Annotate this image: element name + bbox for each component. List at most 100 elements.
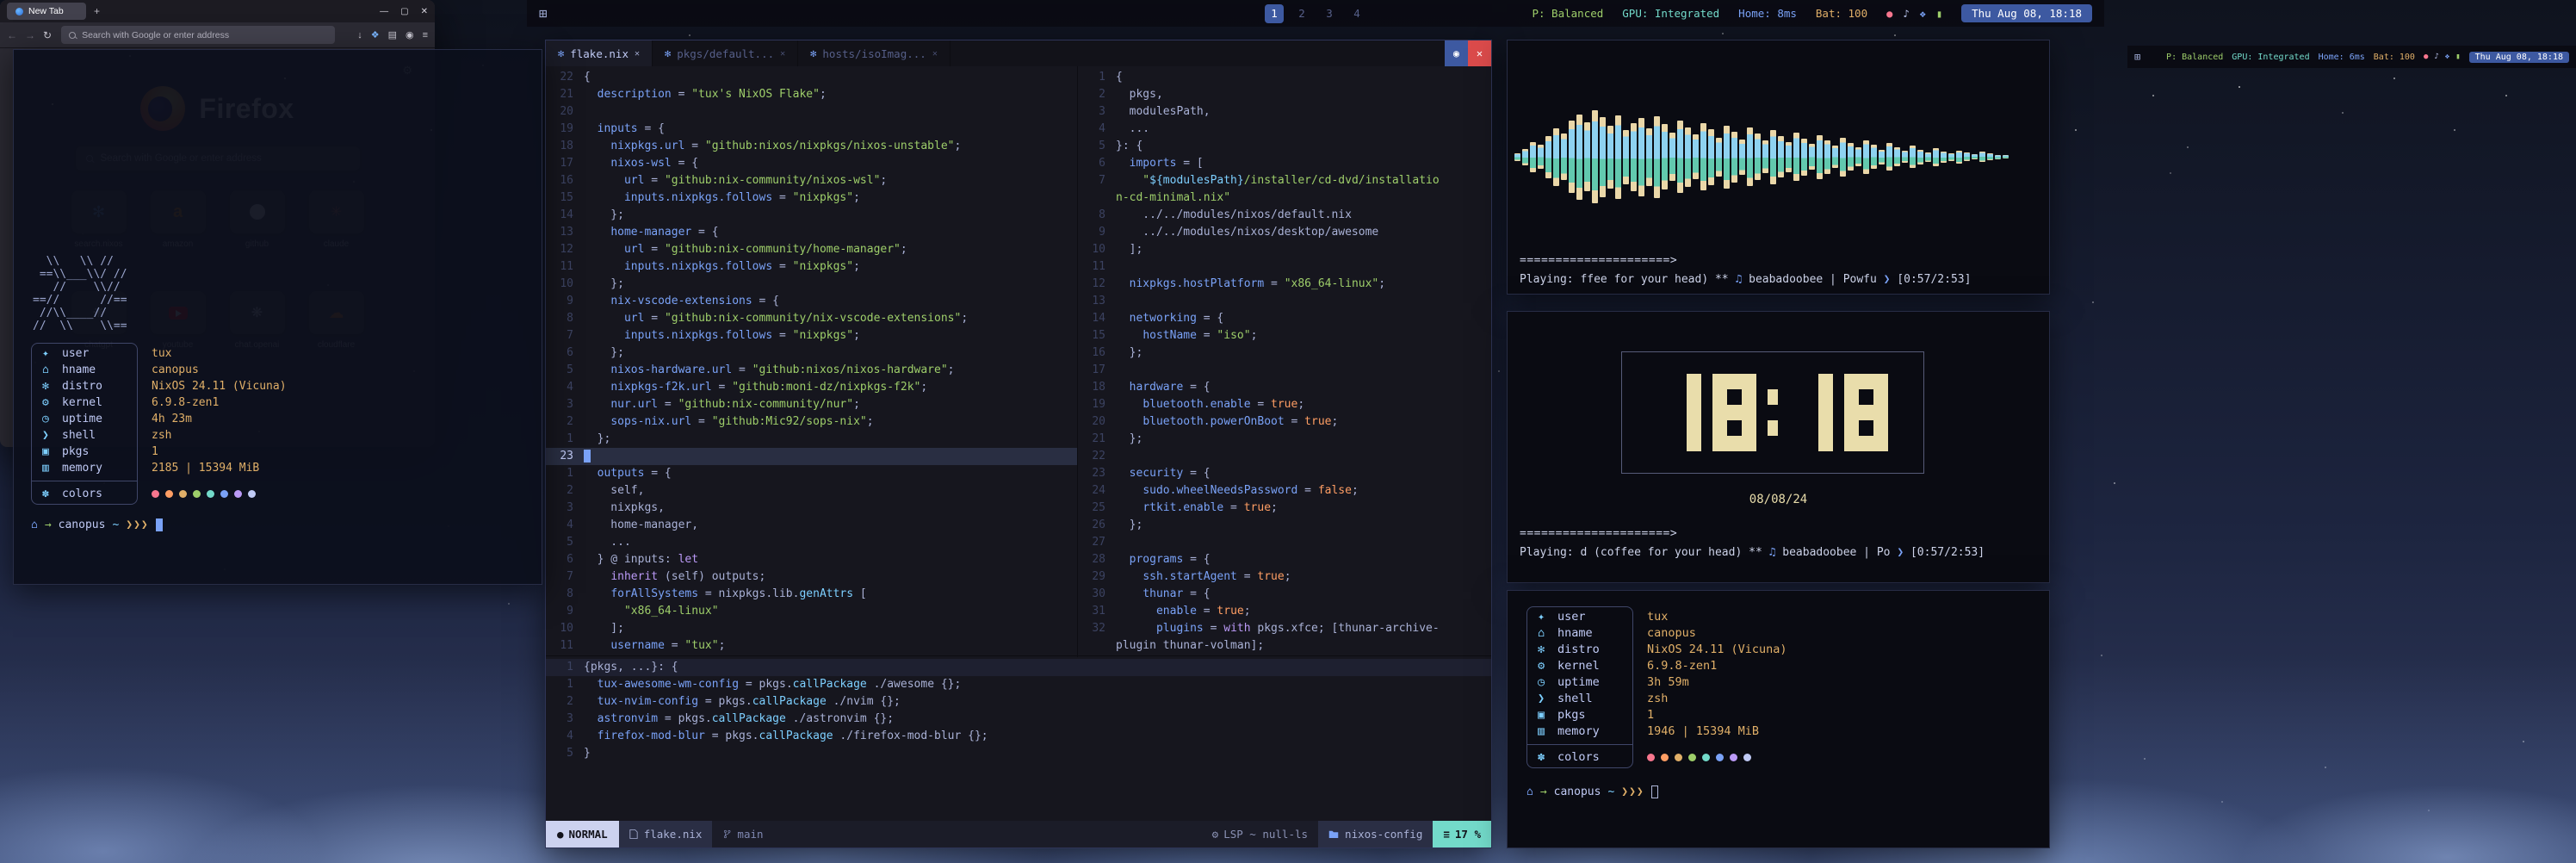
tab-close-icon[interactable]: ✕ <box>932 49 938 59</box>
buffer-pick-icon[interactable]: ◉ <box>1445 40 1468 66</box>
music-icon[interactable]: ♪ <box>2434 53 2438 61</box>
download-icon[interactable]: ↓ <box>357 30 362 40</box>
code-line: 13 <box>1078 293 1491 310</box>
launcher-icon[interactable]: ⊞ <box>539 5 548 22</box>
fetch-value-pkgs: 1 <box>1647 707 1787 723</box>
extension-puzzle-icon[interactable]: ❖ <box>371 29 380 40</box>
url-bar[interactable]: Search with Google or enter address <box>61 26 335 44</box>
record-icon[interactable]: ● <box>1886 8 1892 20</box>
terminal-fetch-right[interactable]: ✦user⌂hname✻distro⚙kernel◷uptime❯shell▣p… <box>1507 590 2050 848</box>
code-line: 2 pkgs, <box>1078 86 1491 103</box>
user-icon: ✦ <box>1538 609 1551 625</box>
spectrum-bar <box>1933 148 1939 166</box>
editor-pane-iso[interactable]: 1{2 pkgs,3 modulesPath,4 ...5}: {6 impor… <box>1078 66 1491 657</box>
code-line: 12 nixpkgs.hostPlatform = "x86_64-linux"… <box>1078 276 1491 293</box>
fetch-value-distro: NixOS 24.11 (Vicuna) <box>152 378 287 394</box>
code-line: 30 thunar = { <box>1078 586 1491 603</box>
spectrum-bar <box>1607 126 1613 189</box>
tab-close-icon[interactable]: ✕ <box>780 49 785 59</box>
workspace-tag-1[interactable]: 1 <box>1265 4 1284 23</box>
bar-clock-2[interactable]: Thu Aug 08, 18:18 <box>2469 52 2569 63</box>
battery-icon[interactable]: ▮ <box>2455 53 2460 61</box>
code-line: 1{ <box>1078 69 1491 86</box>
terminal-cursor <box>156 518 163 531</box>
account-icon[interactable]: ◉ <box>406 29 414 40</box>
spectrum-bar <box>1693 134 1699 179</box>
workspace-tag-3[interactable]: 3 <box>1320 4 1339 23</box>
terminal-palette <box>152 486 287 502</box>
spectrum-bar <box>1631 123 1637 191</box>
code-line: 1{pkgs, ...}: { <box>546 659 1491 676</box>
memory-icon: ▥ <box>42 460 55 476</box>
library-icon[interactable]: ▤ <box>388 29 397 40</box>
forward-icon[interactable]: → <box>25 29 35 41</box>
minimize-button[interactable]: — <box>380 7 388 16</box>
spectrum-bar <box>1894 147 1900 166</box>
ascii-art: \\ \\ // ==\\___\\/ // // \\// ==// //==… <box>33 255 524 332</box>
code-line: 32 plugins = with pkgs.xfce; [thunar-arc… <box>1078 620 1491 637</box>
terminal-fetch-left[interactable]: \\ \\ // ==\\___\\/ // // \\// ==// //==… <box>13 49 542 585</box>
editor-pane-pkgs[interactable]: 1{pkgs, ...}: {1 tux-awesome-wm-config =… <box>546 655 1491 821</box>
fetch-value-user: tux <box>152 345 287 362</box>
editor-tab-hosts/isoImag...[interactable]: ✻hosts/isoImag...✕ <box>798 40 951 66</box>
bar-clock[interactable]: Thu Aug 08, 18:18 <box>1961 4 2092 22</box>
battery-icon[interactable]: ▮ <box>1936 8 1942 20</box>
buffer-close-icon[interactable]: ✕ <box>1468 40 1491 66</box>
back-icon[interactable]: ← <box>7 29 17 41</box>
menu-icon[interactable]: ≡ <box>423 30 428 40</box>
status-segment-1: GPU: Integrated <box>2232 53 2309 62</box>
editor-tab-pkgs/default...[interactable]: ✻pkgs/default...✕ <box>653 40 798 66</box>
code-line: 3 nixpkgs, <box>546 500 1077 517</box>
spectrum-bar <box>1948 153 1954 161</box>
shell-prompt[interactable]: ⌂→canopus~❯❯❯ <box>1526 785 2030 798</box>
palette-dot <box>1675 754 1682 761</box>
bluetooth-icon[interactable]: ❖ <box>1920 8 1926 20</box>
palette-dot <box>220 490 228 498</box>
spectrum-bar <box>1786 142 1792 172</box>
project-chip: nixos-config <box>1318 821 1433 847</box>
audio-visualizer-window[interactable]: =====================> Playing: ffee for… <box>1507 40 2050 295</box>
editor-pane-flake[interactable]: 22{21 description = "tux's NixOS Flake";… <box>546 66 1078 657</box>
palette-dot <box>152 490 159 498</box>
code-line: 5 ... <box>546 534 1077 551</box>
maximize-button[interactable]: ▢ <box>400 7 408 16</box>
code-line: 6 } @ inputs: let <box>546 551 1077 568</box>
music-icon[interactable]: ♪ <box>1903 8 1909 20</box>
editor-tab-flake.nix[interactable]: ✻flake.nix✕ <box>546 40 653 66</box>
palette-dot <box>234 490 242 498</box>
record-icon[interactable]: ● <box>2424 53 2428 61</box>
new-tab-button[interactable]: + <box>94 5 100 17</box>
close-button[interactable]: ✕ <box>421 7 428 16</box>
spectrum-bar <box>1863 140 1869 174</box>
prompt-chevrons: ❯❯❯ <box>1621 785 1644 798</box>
code-line: 14 networking = { <box>1078 310 1491 327</box>
spectrum-bar <box>1654 116 1660 198</box>
spectrum-bar <box>1979 152 1985 162</box>
workspace-tags: 1234 <box>1265 4 1366 23</box>
fetch-row-distro: ✻distro <box>1538 642 1622 658</box>
spectrum-bar <box>1576 115 1582 200</box>
workspace-tag-4[interactable]: 4 <box>1347 4 1366 23</box>
reload-icon[interactable]: ↻ <box>43 29 52 41</box>
file-icon <box>629 829 638 840</box>
bluetooth-icon[interactable]: ❖ <box>2445 53 2449 61</box>
workspace-tag-2[interactable]: 2 <box>1292 4 1311 23</box>
fetch-row-user: ✦user <box>1538 609 1622 625</box>
code-line: 23 <box>546 448 1077 465</box>
spectrum-bar <box>1941 152 1947 163</box>
spectrum-bar <box>1731 132 1737 183</box>
tab-close-icon[interactable]: ✕ <box>635 49 640 59</box>
launcher-icon-2[interactable]: ⊞ <box>2134 51 2140 63</box>
shell-prompt[interactable]: ⌂→canopus~❯❯❯ <box>31 518 524 531</box>
code-line: 8 forAllSystems = nixpkgs.lib.genAttrs [ <box>546 586 1077 603</box>
fetch-key-box: ✦user⌂hname✻distro⚙kernel◷uptime❯shell▣p… <box>31 343 138 505</box>
now-playing: Playing: ffee for your head) ** ♫ beabad… <box>1520 273 1971 286</box>
code-line: 7 "${modulesPath}/installer/cd-dvd/insta… <box>1078 172 1491 189</box>
spectrum-bar <box>1708 129 1714 185</box>
firefox-tab[interactable]: New Tab <box>7 3 86 20</box>
neovim-window[interactable]: ✻flake.nix✕✻pkgs/default...✕✻hosts/isoIm… <box>545 40 1492 848</box>
tty-clock-window[interactable]: 08/08/24 =====================> Playing:… <box>1507 311 2050 583</box>
code-line: 9 ../../modules/nixos/desktop/awesome <box>1078 224 1491 241</box>
code-line: 22{ <box>546 69 1077 86</box>
scroll-percent: ≡ 17 % <box>1433 821 1491 847</box>
